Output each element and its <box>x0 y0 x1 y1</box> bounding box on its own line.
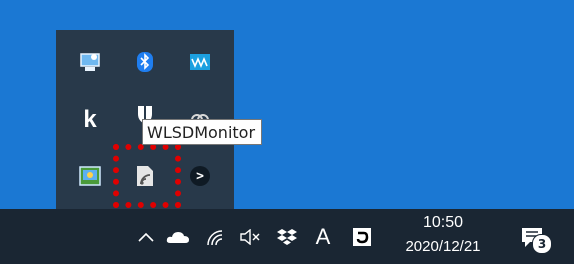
dropbox-icon[interactable] <box>274 209 300 264</box>
network-share-icon[interactable] <box>68 154 112 198</box>
device-manager-icon[interactable] <box>68 40 112 84</box>
taskbar-clock[interactable]: 10:50 2020/12/21 <box>393 209 493 264</box>
notification-count-badge: 3 <box>532 234 552 254</box>
clock-date: 2020/12/21 <box>405 238 481 255</box>
action-center-button[interactable]: 3 <box>512 209 552 264</box>
volume-muted-icon[interactable] <box>237 209 263 264</box>
terminal-glyph: > <box>190 166 210 186</box>
input-language-indicator[interactable]: A <box>310 209 336 264</box>
waves-audio-icon[interactable] <box>178 40 222 84</box>
k-app-icon[interactable]: k <box>68 98 112 142</box>
wifi-icon[interactable] <box>203 209 227 264</box>
terminal-app-icon[interactable]: > <box>178 154 222 198</box>
app-tray-icon[interactable] <box>349 209 375 264</box>
tooltip: WLSDMonitor <box>142 119 262 145</box>
clock-time: 10:50 <box>422 214 464 231</box>
onedrive-cloud-icon[interactable] <box>164 209 192 264</box>
bluetooth-icon[interactable] <box>123 40 167 84</box>
show-hidden-icons-chevron[interactable] <box>136 209 156 264</box>
wlsdmonitor-highlight-box <box>113 144 181 208</box>
